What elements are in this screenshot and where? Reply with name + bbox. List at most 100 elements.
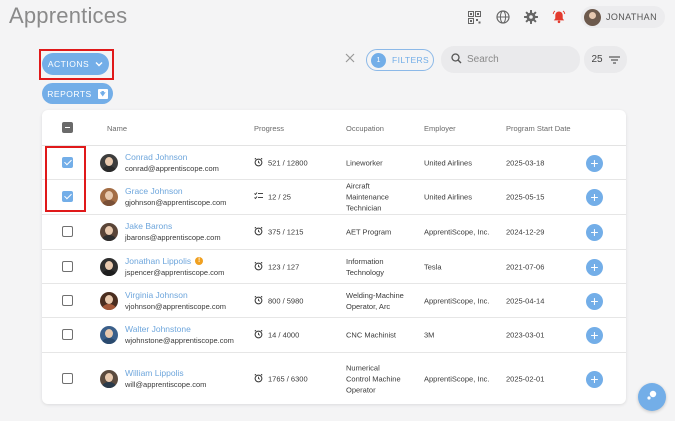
add-button[interactable]: + (586, 224, 603, 241)
occupation-cell: Aircraft Maintenance Technician (346, 181, 389, 213)
row-checkbox[interactable] (62, 260, 73, 272)
progress-cell: 1765 / 6300 (254, 373, 308, 384)
warning-icon: ! (195, 257, 204, 265)
select-all-checkbox[interactable] (62, 122, 73, 133)
row-checkbox[interactable] (62, 329, 73, 340)
progress-value: 1765 / 6300 (268, 374, 308, 383)
progress-value: 12 / 25 (268, 192, 291, 202)
add-button[interactable]: + (586, 292, 603, 310)
search-box[interactable] (441, 46, 580, 73)
start-date-cell: 2024-12-29 (506, 227, 545, 237)
occupation-cell: AET Program (346, 227, 392, 237)
apprentice-email: conrad@apprentiscope.com (125, 163, 219, 173)
add-button[interactable]: + (586, 154, 603, 172)
alarm-clock-icon (254, 226, 268, 238)
occupation-cell: Welding-Machine Operator, Arc (346, 290, 404, 311)
apprentice-email: jbarons@apprentiscope.com (125, 233, 221, 242)
filters-button[interactable]: 1 FILTERS (366, 49, 434, 71)
sort-lines-icon (608, 51, 620, 69)
filters-count-badge: 1 (371, 52, 386, 68)
highlight-box-actions (39, 49, 114, 80)
clear-filters-icon[interactable] (343, 52, 357, 66)
add-button[interactable]: + (586, 327, 603, 344)
qr-code-icon[interactable] (467, 9, 483, 25)
add-button[interactable]: + (586, 258, 603, 276)
apprentices-table: Name Progress Occupation Employer Progra… (42, 110, 626, 404)
occupation-cell: Numerical Control Machine Operator (346, 363, 401, 394)
chat-icon (646, 388, 658, 406)
reports-button[interactable]: REPORTS (42, 83, 113, 104)
globe-icon[interactable] (495, 9, 511, 25)
gear-icon[interactable] (523, 9, 539, 25)
name-cell: Jonathan Lippolis! jspencer@apprentiscope… (125, 256, 224, 278)
apprentice-name-link[interactable]: Walter Johnstone (125, 324, 191, 335)
table-row[interactable]: Jonathan Lippolis! jspencer@apprentiscope… (42, 250, 626, 284)
table-row[interactable]: William Lippolis will@apprentiscope.com 17… (42, 353, 626, 404)
start-date-cell: 2021-07-06 (506, 262, 545, 271)
table-row[interactable]: Conrad Johnson conrad@apprentiscope.com 52… (42, 146, 626, 180)
apprentice-email: gjohnson@apprentiscope.com (125, 198, 227, 207)
apprentice-name-link[interactable]: William Lippolis (125, 368, 184, 379)
alarm-clock-icon (254, 373, 268, 384)
search-input[interactable] (467, 54, 567, 65)
progress-cell: 800 / 5980 (254, 295, 303, 306)
table-header: Name Progress Occupation Employer Progra… (42, 110, 626, 146)
row-checkbox[interactable] (62, 372, 73, 384)
apprentice-name-link[interactable]: Virginia Johnson (125, 290, 188, 301)
progress-cell: 375 / 1215 (254, 226, 304, 238)
add-button[interactable]: + (586, 189, 603, 206)
alarm-clock-icon (254, 295, 268, 306)
start-date-cell: 2025-03-18 (506, 158, 545, 167)
start-date-cell: 2025-05-15 (506, 192, 545, 202)
progress-value: 521 / 12800 (268, 158, 308, 167)
apprentice-email: vjohnson@apprentiscope.com (125, 301, 227, 311)
apprentice-name-link[interactable]: Jonathan Lippolis (125, 256, 191, 267)
avatar (100, 257, 118, 276)
alarm-clock-icon (254, 157, 268, 168)
apprentice-email: jspencer@apprentiscope.com (125, 267, 225, 277)
bell-icon[interactable] (551, 9, 567, 25)
table-row[interactable]: Walter Johnstone wjohnstone@apprentiscope… (42, 318, 626, 353)
column-header-progress[interactable]: Progress (254, 124, 284, 133)
employer-cell: ApprentiScope, Inc. (424, 374, 490, 383)
page-size-value: 25 (591, 54, 603, 65)
column-header-employer[interactable]: Employer (424, 124, 456, 133)
progress-cell: 123 / 127 (254, 261, 299, 272)
download-icon (97, 88, 108, 99)
progress-cell: 14 / 4000 (254, 329, 299, 341)
column-header-start-date[interactable]: Program Start Date (506, 124, 571, 133)
start-date-cell: 2023-03-01 (506, 330, 545, 340)
help-fab-button[interactable] (638, 383, 666, 411)
column-header-occupation[interactable]: Occupation (346, 124, 384, 133)
avatar (100, 326, 118, 344)
employer-cell: 3M (424, 330, 435, 340)
start-date-cell: 2025-02-01 (506, 374, 545, 383)
add-button[interactable]: + (586, 370, 603, 388)
table-row[interactable]: Virginia Johnson vjohnson@apprentiscope.c… (42, 284, 626, 318)
apprentice-name-link[interactable]: Conrad Johnson (125, 152, 187, 163)
avatar (100, 369, 118, 388)
name-cell: Walter Johnstone wjohnstone@apprentiscope… (125, 324, 234, 346)
name-cell: Virginia Johnson vjohnson@apprentiscope.c… (125, 290, 226, 312)
progress-value: 375 / 1215 (268, 227, 304, 237)
employer-cell: ApprentiScope, Inc. (424, 227, 490, 237)
occupation-cell: CNC Machinist (346, 330, 397, 340)
top-toolbar: JONATHAN (467, 6, 665, 28)
column-header-name[interactable]: Name (107, 124, 127, 133)
apprentice-name-link[interactable]: Jake Barons (125, 221, 172, 232)
page-size-select[interactable]: 25 (584, 46, 627, 73)
apprentice-email: wjohnstone@apprentiscope.com (125, 336, 234, 345)
table-row[interactable]: Jake Barons jbarons@apprentiscope.com 375 … (42, 215, 626, 250)
table-row[interactable]: Grace Johnson gjohnson@apprentiscope.com 1… (42, 180, 626, 215)
name-cell: William Lippolis will@apprentiscope.com (125, 368, 206, 390)
employer-cell: ApprentiScope, Inc. (424, 296, 490, 305)
alarm-clock-icon (254, 261, 268, 272)
avatar (100, 188, 118, 206)
row-checkbox[interactable] (62, 294, 73, 306)
alarm-clock-icon (254, 329, 268, 341)
apprentice-name-link[interactable]: Grace Johnson (125, 186, 183, 197)
checklist-icon (254, 192, 268, 203)
row-checkbox[interactable] (62, 226, 73, 237)
user-menu[interactable]: JONATHAN (580, 6, 665, 28)
occupation-cell: Lineworker (346, 158, 383, 167)
